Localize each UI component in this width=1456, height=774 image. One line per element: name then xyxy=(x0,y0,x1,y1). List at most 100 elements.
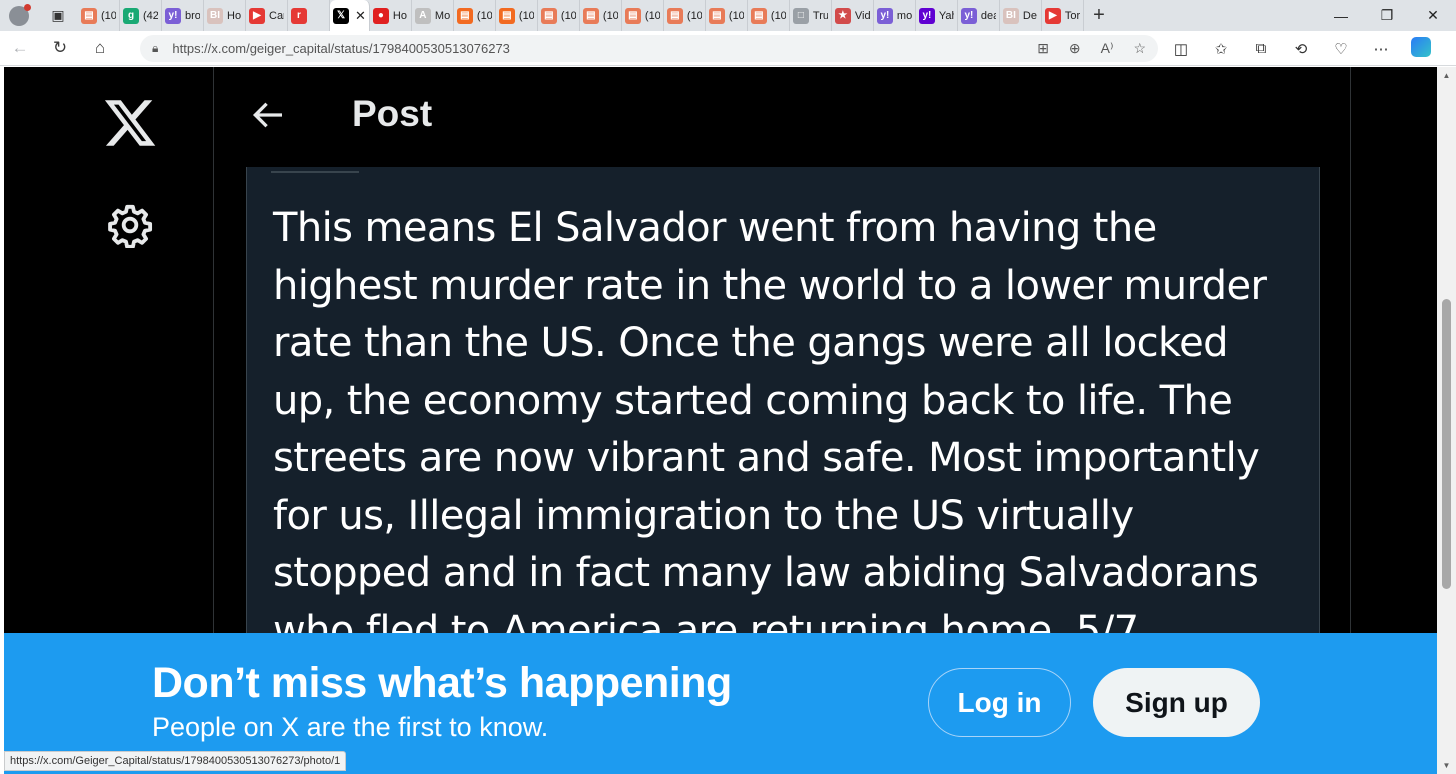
tab-title: mo xyxy=(896,9,912,22)
tab-favicon-icon: BI xyxy=(1002,7,1019,24)
favorite-star-icon[interactable]: ☆ xyxy=(1133,40,1146,57)
tab-title: Yah xyxy=(938,9,954,22)
tab-title: (10 xyxy=(770,9,786,22)
browser-tab[interactable]: A Mo xyxy=(412,0,454,31)
tab-favicon-icon: y! xyxy=(876,7,893,24)
tab-actions-icon[interactable]: ▣ xyxy=(38,0,78,31)
tab-favicon-icon: ▤ xyxy=(750,7,767,24)
tab-favicon-icon: ▶ xyxy=(1044,7,1061,24)
profile-avatar-icon xyxy=(9,3,31,26)
browser-tab[interactable]: ▤ (10 xyxy=(622,0,664,31)
browser-tab[interactable]: ▶ Tor xyxy=(1042,0,1084,31)
scroll-up-arrow-icon[interactable]: ▲ xyxy=(1437,67,1456,84)
tab-title: Car xyxy=(269,9,284,22)
lock-icon: 🔒︎ xyxy=(152,41,159,55)
url-text: https://x.com/geiger_capital/status/1798… xyxy=(172,41,510,56)
post-header: Post xyxy=(215,67,1350,167)
tab-title: (10 xyxy=(728,9,744,22)
tab-title: Tru xyxy=(812,9,828,22)
tab-title: De xyxy=(1022,9,1037,22)
browser-tab[interactable]: 𝕏 ✕ xyxy=(330,0,370,31)
tab-favicon-icon: BI xyxy=(207,7,223,24)
tab-title: (10 xyxy=(101,9,116,22)
browser-tab[interactable]: y!Yah xyxy=(916,0,958,31)
browser-tab[interactable]: g (42 xyxy=(120,0,162,31)
tab-favicon-icon: y! xyxy=(960,7,977,24)
more-menu-icon[interactable]: ⋯ xyxy=(1368,40,1394,58)
page-title: Post xyxy=(352,93,433,134)
tab-favicon-icon: □ xyxy=(792,7,809,24)
restore-button[interactable]: ❐ xyxy=(1364,0,1410,31)
log-in-button[interactable]: Log in xyxy=(928,668,1071,737)
browser-tab[interactable]: BI De xyxy=(1000,0,1042,31)
tab-title: (10 xyxy=(602,9,618,22)
tab-favicon-icon: ▤ xyxy=(498,7,515,24)
browser-tab[interactable]: ▤ (10 xyxy=(454,0,496,31)
x-logo-icon[interactable] xyxy=(102,95,158,151)
divider xyxy=(271,171,359,173)
browser-tab[interactable]: ▤ (10 xyxy=(78,0,120,31)
scroll-down-arrow-icon[interactable]: ▼ xyxy=(1437,757,1456,774)
tab-favicon-icon: g xyxy=(123,7,139,24)
browser-tab[interactable]: ▤ (10 xyxy=(706,0,748,31)
new-tab-button[interactable]: + xyxy=(1084,0,1114,31)
back-button[interactable]: ← xyxy=(0,31,40,66)
sign-up-button[interactable]: Sign up xyxy=(1093,668,1260,737)
browser-tab[interactable]: ● Ho xyxy=(370,0,412,31)
collections-icon[interactable]: ⧉ xyxy=(1248,40,1274,57)
page-scrollbar[interactable]: ▲ ▼ xyxy=(1437,67,1456,774)
copilot-icon[interactable] xyxy=(1408,36,1434,61)
status-bar-url: https://x.com/Geiger_Capital/status/1798… xyxy=(4,751,347,771)
browser-tab[interactable]: ▤ (10 xyxy=(580,0,622,31)
tab-favicon-icon: ▤ xyxy=(624,7,641,24)
performance-icon[interactable]: ♡ xyxy=(1328,40,1354,58)
tab-favicon-icon: r xyxy=(291,7,307,24)
browser-tab[interactable]: ▶ Car xyxy=(246,0,288,31)
tab-strip: ▣ ▤(10g(42y!broBIHo▶Carr𝕏✕●HoAMo▤(10▤(10… xyxy=(0,0,1456,31)
browser-tab[interactable]: y! mo xyxy=(874,0,916,31)
banner-headline: Don’t miss what’s happening xyxy=(152,659,732,707)
browser-tab[interactable]: y!dea xyxy=(958,0,1000,31)
tab-favicon-icon: ▤ xyxy=(456,7,473,24)
tab-favicon-icon: ● xyxy=(372,7,389,24)
back-arrow-icon[interactable] xyxy=(247,95,287,135)
url-field[interactable]: 🔒︎ https://x.com/geiger_capital/status/1… xyxy=(140,35,1158,62)
browser-tab[interactable]: □ Tru xyxy=(790,0,832,31)
tab-favicon-icon: ▤ xyxy=(81,7,97,24)
browser-tab[interactable]: ▤ (10 xyxy=(664,0,706,31)
browser-tab[interactable]: ★ Vid xyxy=(832,0,874,31)
tab-title: (10 xyxy=(518,9,534,22)
profile-button[interactable] xyxy=(0,0,38,31)
tab-title: (10 xyxy=(644,9,660,22)
zoom-icon[interactable]: ⊕ xyxy=(1069,40,1081,57)
close-window-button[interactable]: ✕ xyxy=(1410,0,1456,31)
favorites-icon[interactable]: ✩ xyxy=(1208,40,1234,58)
browser-tab[interactable]: ▤ (10 xyxy=(538,0,580,31)
scrollbar-thumb[interactable] xyxy=(1442,299,1451,589)
browser-tab[interactable]: ▤ (10 xyxy=(496,0,538,31)
tab-title: (42 xyxy=(143,9,158,22)
close-tab-icon[interactable]: ✕ xyxy=(355,8,366,24)
refresh-button[interactable]: ↻ xyxy=(40,31,80,66)
history-icon[interactable]: ⟲ xyxy=(1288,40,1314,58)
read-aloud-icon[interactable]: A⁾ xyxy=(1101,40,1114,57)
browser-tab[interactable]: y! bro xyxy=(162,0,204,31)
tab-title: Tor xyxy=(1064,9,1080,22)
settings-gear-icon[interactable] xyxy=(107,202,153,248)
tab-favicon-icon: ★ xyxy=(834,7,851,24)
tab-favicon-icon: ▤ xyxy=(708,7,725,24)
tab-favicon-icon: ▤ xyxy=(582,7,599,24)
browser-tab[interactable]: ▤ (10 xyxy=(748,0,790,31)
tab-favicon-icon: A xyxy=(414,7,431,24)
home-button[interactable]: ⌂ xyxy=(80,31,120,66)
split-screen-icon[interactable]: ◫ xyxy=(1168,40,1194,58)
tweet-text: This means El Salvador went from having … xyxy=(273,205,1267,654)
tab-title: (10 xyxy=(560,9,576,22)
tab-title: Mo xyxy=(434,9,450,22)
app-available-icon[interactable]: ⊞ xyxy=(1037,40,1049,57)
browser-tab[interactable]: BI Ho xyxy=(204,0,246,31)
minimize-button[interactable]: — xyxy=(1318,0,1364,31)
tabs-container: ▤(10g(42y!broBIHo▶Carr𝕏✕●HoAMo▤(10▤(10▤(… xyxy=(78,0,1084,31)
browser-tab[interactable]: r xyxy=(288,0,330,31)
tab-title: Ho xyxy=(392,9,407,22)
